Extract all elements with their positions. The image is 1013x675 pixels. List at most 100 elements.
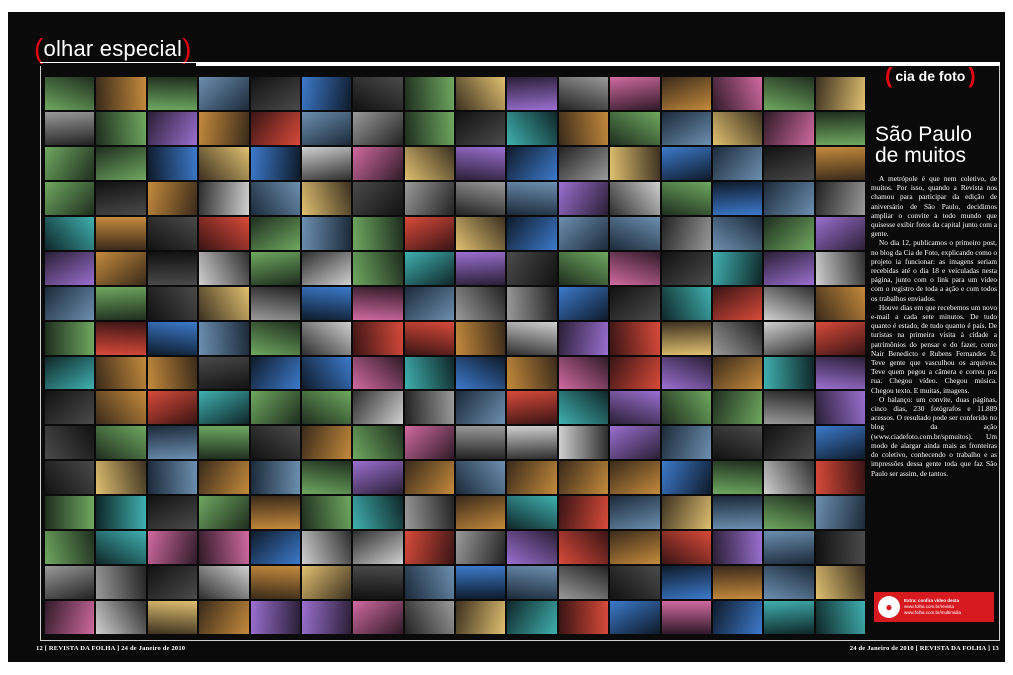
photo-thumbnail (815, 496, 865, 530)
badge-label: cia de foto (895, 68, 966, 84)
photo-thumbnail (96, 146, 146, 180)
photo-thumbnail (147, 531, 198, 565)
photo-thumbnail (507, 216, 557, 250)
photo-thumbnail (353, 391, 403, 425)
photo-thumbnail (404, 496, 454, 530)
photo-thumbnail (764, 426, 814, 460)
photo-thumbnail (96, 111, 146, 145)
photo-thumbnail (147, 356, 198, 390)
photo-thumbnail (815, 531, 865, 565)
photo-thumbnail (301, 601, 352, 634)
photo-thumbnail (147, 566, 198, 600)
photo-thumbnail (147, 391, 198, 425)
photo-thumbnail (712, 601, 763, 634)
paragraph: Houve dias em que recebemos um novo e-ma… (871, 302, 997, 395)
photo-thumbnail (353, 286, 403, 320)
photo-thumbnail (45, 356, 95, 390)
photo-thumbnail (199, 356, 249, 390)
photo-thumbnail (764, 146, 814, 180)
photo-thumbnail (558, 111, 609, 145)
section-header: ( olhar especial ) (34, 33, 192, 64)
photo-thumbnail (96, 286, 146, 320)
photo-thumbnail (712, 111, 763, 145)
photo-thumbnail (661, 286, 711, 320)
photo-thumbnail (456, 566, 506, 600)
photo-thumbnail (507, 321, 557, 355)
photo-thumbnail (404, 531, 454, 565)
paren-open-icon: ( (34, 33, 44, 64)
photo-thumbnail (610, 111, 660, 145)
photo-thumbnail (199, 391, 249, 425)
photo-thumbnail (353, 601, 403, 634)
folio-right: 24 de Janeiro de 2010 [ REVISTA DA FOLHA… (849, 645, 999, 652)
photo-thumbnail (456, 356, 506, 390)
photo-thumbnail (610, 181, 660, 215)
photo-thumbnail (250, 461, 300, 495)
photo-thumbnail (764, 461, 814, 495)
photo-thumbnail (507, 461, 557, 495)
photo-thumbnail (507, 356, 557, 390)
photo-thumbnail (199, 216, 249, 250)
photo-thumbnail (353, 111, 403, 145)
photo-thumbnail (96, 77, 146, 110)
photo-thumbnail (815, 77, 865, 110)
photo-thumbnail (96, 496, 146, 530)
photo-thumbnail (147, 216, 198, 250)
photo-thumbnail (199, 251, 249, 285)
photo-thumbnail (199, 181, 249, 215)
title-line-2: de muitos (875, 144, 967, 167)
photo-thumbnail (507, 286, 557, 320)
photo-thumbnail (353, 566, 403, 600)
magazine-spread: ( olhar especial ) ( cia de foto ) São P… (0, 0, 1013, 675)
photo-thumbnail (712, 77, 763, 110)
photo-thumbnail (815, 601, 865, 634)
photo-thumbnail (353, 496, 403, 530)
photo-thumbnail (199, 146, 249, 180)
photo-thumbnail (301, 111, 352, 145)
photo-thumbnail (610, 356, 660, 390)
photo-thumbnail (45, 181, 95, 215)
photo-thumbnail (661, 111, 711, 145)
photo-thumbnail (507, 77, 557, 110)
photo-thumbnail (404, 111, 454, 145)
photo-thumbnail (456, 391, 506, 425)
photo-thumbnail (301, 531, 352, 565)
photo-thumbnail (558, 391, 609, 425)
photo-thumbnail (45, 391, 95, 425)
photo-thumbnail (712, 216, 763, 250)
photo-thumbnail (301, 216, 352, 250)
photo-thumbnail (45, 461, 95, 495)
photo-thumbnail (456, 216, 506, 250)
photo-thumbnail (712, 181, 763, 215)
photo-thumbnail (45, 496, 95, 530)
photo-thumbnail (353, 531, 403, 565)
promo-line-3[interactable]: www.folha.com.br/multimidia (904, 610, 961, 616)
photo-thumbnail (147, 146, 198, 180)
photo-thumbnail (147, 77, 198, 110)
photo-thumbnail (301, 426, 352, 460)
paragraph: A metrópole é que nem coletivo, de muito… (871, 174, 997, 239)
photo-thumbnail (96, 356, 146, 390)
photo-thumbnail (661, 461, 711, 495)
photo-thumbnail (764, 566, 814, 600)
photo-thumbnail (301, 391, 352, 425)
photo-thumbnail (507, 181, 557, 215)
photo-thumbnail (558, 286, 609, 320)
photo-thumbnail (404, 461, 454, 495)
photo-thumbnail (610, 286, 660, 320)
photo-thumbnail (456, 146, 506, 180)
photo-thumbnail (712, 531, 763, 565)
photo-thumbnail (147, 111, 198, 145)
photo-thumbnail (815, 461, 865, 495)
photo-thumbnail (147, 426, 198, 460)
photo-thumbnail (456, 181, 506, 215)
photo-thumbnail (456, 601, 506, 634)
photo-thumbnail (301, 77, 352, 110)
video-promo-box[interactable]: ● Extra: confira vídeo desta www.folha.c… (874, 592, 994, 622)
photo-thumbnail (353, 426, 403, 460)
photo-thumbnail (301, 146, 352, 180)
article-body: A metrópole é que nem coletivo, de muito… (871, 174, 997, 478)
photo-thumbnail (661, 566, 711, 600)
photo-thumbnail (250, 216, 300, 250)
photo-thumbnail (558, 77, 609, 110)
